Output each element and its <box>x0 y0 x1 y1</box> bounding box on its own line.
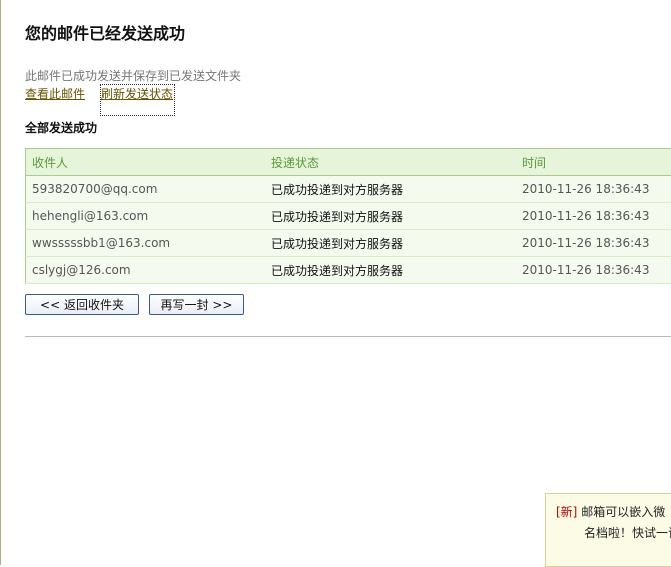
new-badge: [新] <box>556 505 577 519</box>
left-border <box>0 0 1 565</box>
time-cell: 2010-11-26 18:36:43 <box>516 230 671 257</box>
page-title: 您的邮件已经发送成功 <box>25 20 185 44</box>
status-cell: 已成功投递到对方服务器 <box>265 176 516 203</box>
promo-notice[interactable]: [新] 邮箱可以嵌入微 名档啦！快试一试 <box>545 493 671 567</box>
table-header-row: 收件人 投递状态 时间 <box>26 149 671 176</box>
time-cell: 2010-11-26 18:36:43 <box>516 176 671 203</box>
sent-subtitle: 此邮件已成功发送并保存到已发送文件夹 <box>25 67 241 84</box>
table-row: hehengli@163.com 已成功投递到对方服务器 2010-11-26 … <box>26 203 671 230</box>
view-mail-link[interactable]: 查看此邮件 <box>25 85 85 102</box>
section-label: 全部发送成功 <box>25 119 97 136</box>
back-to-inbox-button[interactable]: << 返回收件夹 <box>25 294 139 315</box>
delivery-status-table: 收件人 投递状态 时间 593820700@qq.com 已成功投递到对方服务器… <box>25 148 671 284</box>
promo-text-1: 邮箱可以嵌入微 <box>581 505 665 519</box>
promo-text-2: 名档啦！快试一试 <box>584 524 671 541</box>
recipient-cell: wwsssssbb1@163.com <box>26 230 266 257</box>
status-cell: 已成功投递到对方服务器 <box>265 203 516 230</box>
status-cell: 已成功投递到对方服务器 <box>265 257 516 284</box>
column-header-status: 投递状态 <box>265 149 516 176</box>
column-header-recipient: 收件人 <box>26 149 266 176</box>
recipient-cell: 593820700@qq.com <box>26 176 266 203</box>
divider <box>25 336 671 337</box>
recipient-cell: hehengli@163.com <box>26 203 266 230</box>
time-cell: 2010-11-26 18:36:43 <box>516 203 671 230</box>
column-header-time: 时间 <box>516 149 671 176</box>
promo-line-1: [新] 邮箱可以嵌入微 <box>556 503 665 520</box>
compose-another-button[interactable]: 再写一封 >> <box>149 294 244 315</box>
table-row: cslygj@126.com 已成功投递到对方服务器 2010-11-26 18… <box>26 257 671 284</box>
status-cell: 已成功投递到对方服务器 <box>265 230 516 257</box>
table-row: 593820700@qq.com 已成功投递到对方服务器 2010-11-26 … <box>26 176 671 203</box>
time-cell: 2010-11-26 18:36:43 <box>516 257 671 284</box>
recipient-cell: cslygj@126.com <box>26 257 266 284</box>
refresh-status-link[interactable]: 刷新发送状态 <box>101 85 174 115</box>
table-row: wwsssssbb1@163.com 已成功投递到对方服务器 2010-11-2… <box>26 230 671 257</box>
